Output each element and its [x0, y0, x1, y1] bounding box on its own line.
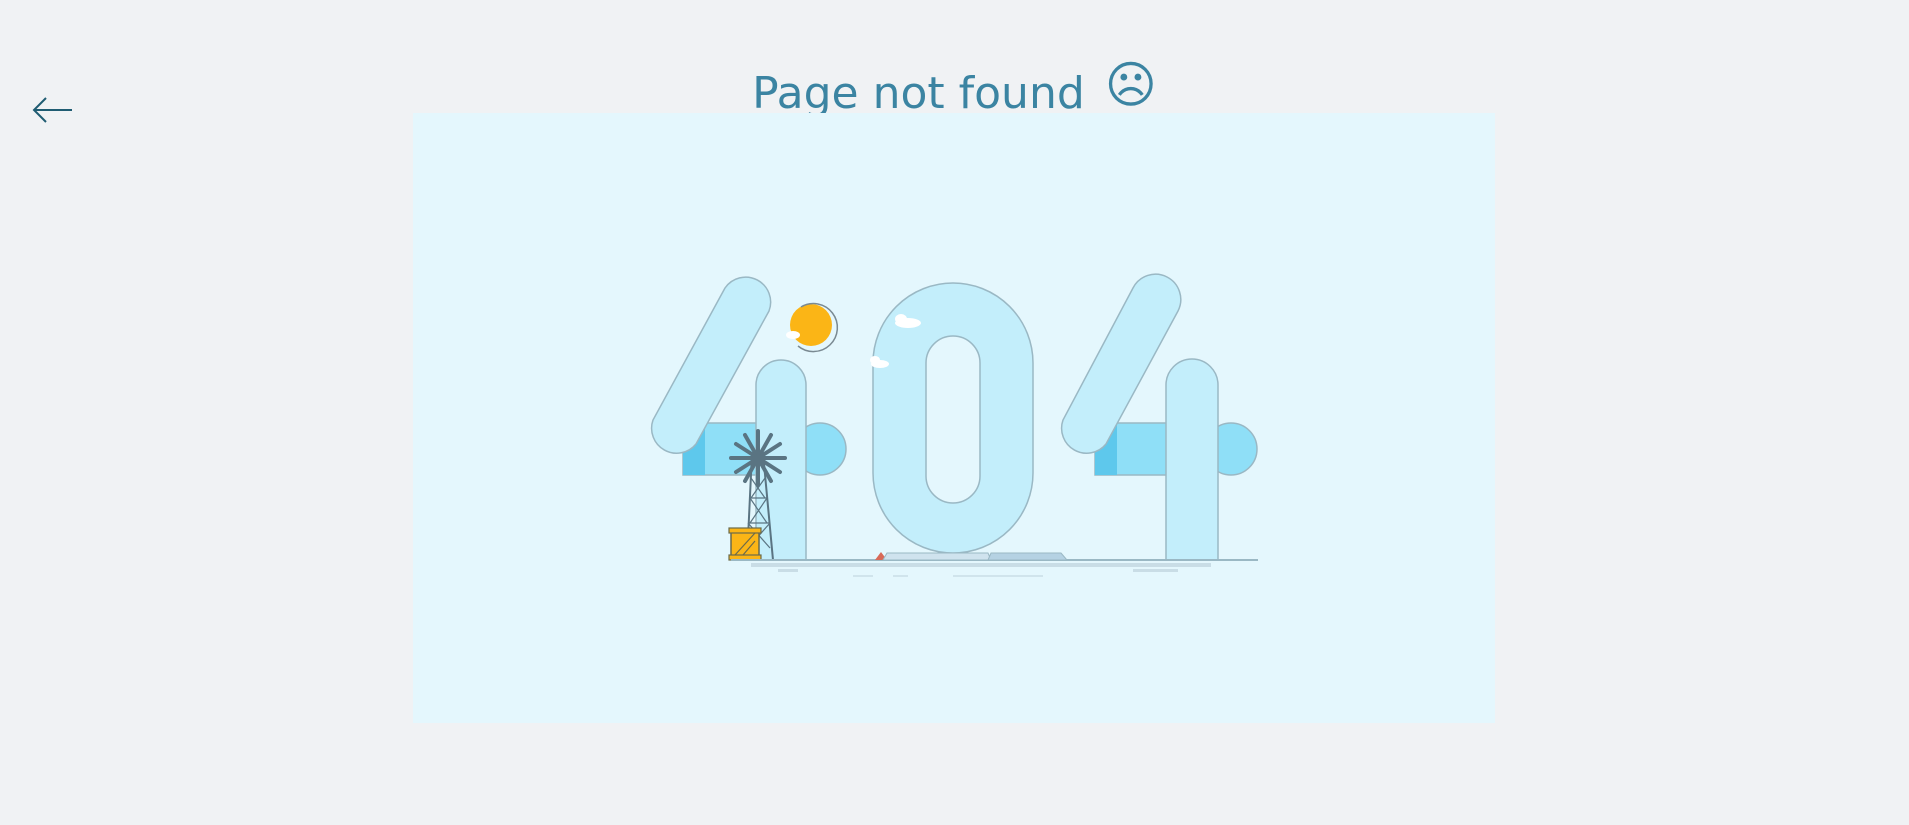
404-illustration [413, 113, 1495, 723]
page-title: Page not found [752, 68, 1085, 119]
digit-four-right [1060, 273, 1258, 561]
404-graphic [650, 273, 1258, 577]
sun-icon [786, 302, 839, 353]
sad-face-icon: ☹ [1104, 56, 1157, 114]
crate-icon [728, 527, 762, 561]
